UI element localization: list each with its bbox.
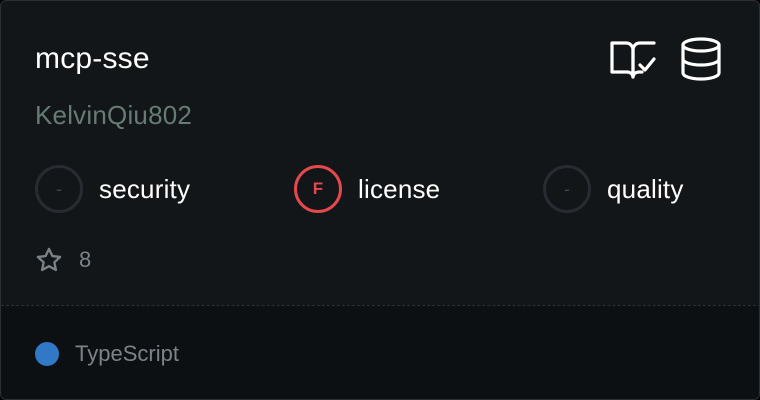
- quality-label: quality: [607, 173, 684, 204]
- quality-badge: -: [543, 165, 591, 213]
- card-author[interactable]: KelvinQiu802: [35, 97, 192, 133]
- language-color-dot: [35, 342, 59, 366]
- metric-security[interactable]: - security: [35, 165, 190, 213]
- metrics-row: - security F license - quality: [35, 165, 735, 213]
- card-footer: TypeScript: [1, 305, 759, 399]
- database-icon[interactable]: [677, 37, 725, 81]
- metric-license[interactable]: F license: [294, 165, 440, 213]
- book-check-icon[interactable]: [609, 37, 657, 81]
- metric-quality[interactable]: - quality: [543, 165, 684, 213]
- license-badge: F: [294, 165, 342, 213]
- card-title[interactable]: mcp-sse: [35, 39, 150, 79]
- security-label: security: [99, 173, 191, 204]
- language: TypeScript: [35, 340, 179, 368]
- header-icons: [609, 37, 725, 81]
- stars: 8: [35, 245, 91, 275]
- star-count: 8: [79, 247, 92, 272]
- language-name: TypeScript: [75, 341, 179, 366]
- server-card[interactable]: mcp-sse KelvinQiu802 - security F licens…: [0, 0, 760, 400]
- star-icon: [35, 246, 63, 274]
- security-badge: -: [35, 165, 83, 213]
- license-label: license: [358, 173, 441, 204]
